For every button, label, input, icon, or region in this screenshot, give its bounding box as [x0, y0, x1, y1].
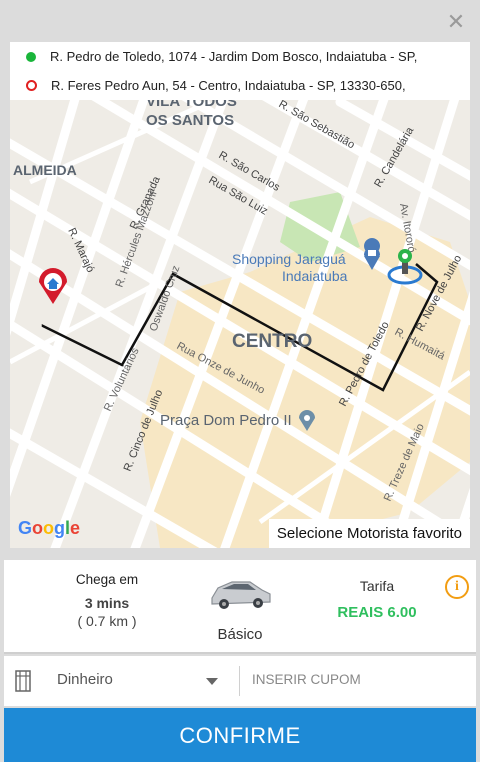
map-view[interactable]: VILA TODOS OS SANTOS ALMEIDA CENTRO Shop… — [10, 42, 470, 548]
car-icon[interactable] — [206, 574, 274, 614]
map-label-santos: OS SANTOS — [146, 112, 234, 129]
fare-label: Tarifa — [359, 578, 395, 594]
favorite-driver-button[interactable]: Selecione Motorista favorito — [268, 519, 470, 548]
map-label-shopping: Shopping Jaraguá — [232, 251, 346, 267]
trip-info-card: Chega em 3 mins ( 0.7 km ) Básico Tarifa… — [4, 560, 476, 654]
origin-address: R. Pedro de Toledo, 1074 - Jardim Dom Bo… — [50, 49, 418, 64]
eta-block: Chega em 3 mins ( 0.7 km ) — [62, 572, 152, 629]
trip-distance: ( 0.7 km ) — [77, 613, 137, 629]
destination-address: R. Feres Pedro Aun, 54 - Centro, Indaiat… — [51, 78, 406, 93]
fare-value: REAIS 6.00 — [337, 604, 417, 621]
arrival-label: Chega em — [75, 572, 139, 587]
address-panel: R. Pedro de Toledo, 1074 - Jardim Dom Bo… — [10, 42, 470, 100]
origin-address-row[interactable]: R. Pedro de Toledo, 1074 - Jardim Dom Bo… — [10, 42, 470, 71]
vehicle-category: Básico — [217, 626, 263, 643]
confirm-button[interactable]: CONFIRME — [4, 708, 476, 762]
cash-icon — [15, 670, 31, 692]
divider — [239, 666, 240, 696]
payment-row: Dinheiro INSERIR CUPOM — [4, 656, 476, 706]
google-logo: Google — [18, 518, 81, 538]
arrival-time: 3 mins — [84, 595, 130, 611]
coupon-input[interactable]: INSERIR CUPOM — [252, 672, 361, 687]
close-icon[interactable]: ✕ — [444, 10, 468, 34]
map-label-almeida: ALMEIDA — [13, 162, 77, 178]
destination-dot-icon — [26, 80, 37, 91]
map-label-centro: CENTRO — [232, 331, 312, 352]
chevron-down-icon[interactable] — [206, 678, 218, 685]
map-card[interactable]: R. Pedro de Toledo, 1074 - Jardim Dom Bo… — [10, 42, 470, 548]
payment-method-select[interactable]: Dinheiro — [57, 671, 113, 688]
origin-dot-icon — [26, 51, 36, 62]
map-label-shopping-city: Indaiatuba — [282, 268, 348, 284]
map-label-praca: Praça Dom Pedro II — [160, 412, 292, 429]
destination-address-row[interactable]: R. Feres Pedro Aun, 54 - Centro, Indaiat… — [10, 71, 470, 100]
info-icon[interactable]: i — [445, 575, 469, 599]
